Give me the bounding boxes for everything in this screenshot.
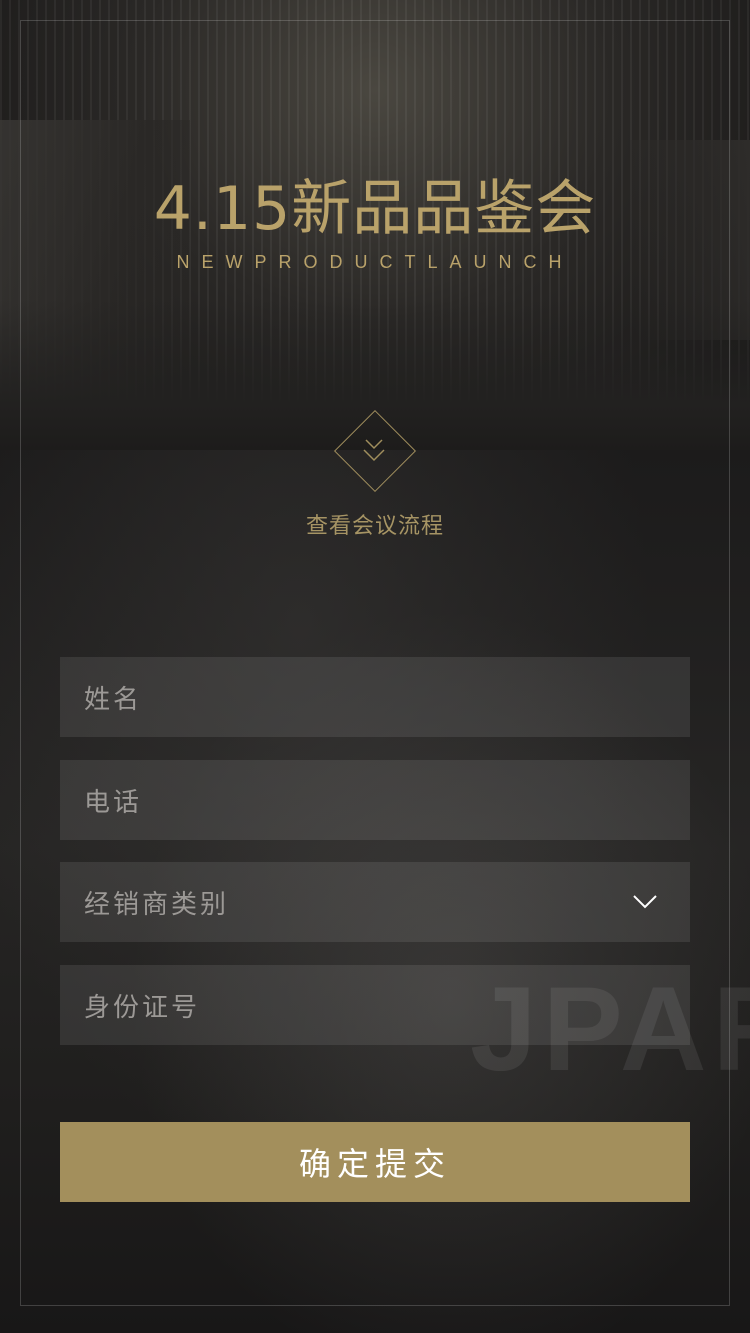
double-chevron-down-icon[interactable] [362,434,386,470]
page-title: 4.15新品品鉴会 [153,174,597,244]
id-number-field[interactable]: 身份证号 [60,965,690,1045]
view-agenda-link[interactable]: 查看会议流程 [0,508,750,540]
name-placeholder: 姓名 [84,684,143,715]
id-number-placeholder: 身份证号 [84,992,201,1023]
submit-button[interactable]: 确定提交 [60,1122,690,1202]
chevron-down-icon[interactable] [632,890,658,914]
submit-button-label: 确定提交 [298,1146,451,1182]
page-subtitle: NEWPRODUCTLAUNCH [176,252,574,272]
phone-field[interactable]: 电话 [60,760,690,840]
name-field[interactable]: 姓名 [60,657,690,737]
dealer-type-placeholder: 经销商类别 [84,889,230,920]
phone-placeholder: 电话 [84,787,143,818]
dealer-type-select[interactable]: 经销商类别 [60,862,690,942]
